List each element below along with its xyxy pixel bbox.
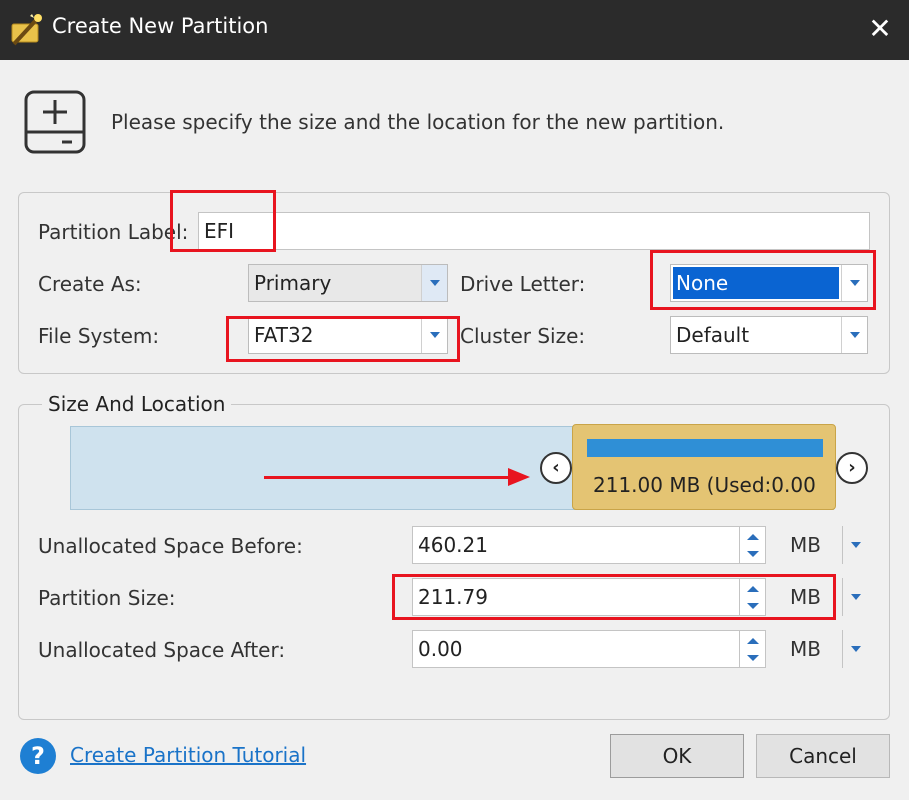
- drive-letter-label: Drive Letter:: [460, 272, 586, 296]
- create-as-label: Create As:: [38, 272, 142, 296]
- disk-add-icon: [24, 90, 86, 154]
- dropdown-arrow-icon[interactable]: [841, 317, 867, 353]
- close-icon[interactable]: ✕: [861, 10, 899, 48]
- partition-block-text: 211.00 MB (Used:0.00: [593, 473, 816, 497]
- app-wand-icon: [11, 14, 42, 46]
- annotation-box-partition-size: [392, 574, 836, 620]
- chevron-left-icon[interactable]: ‹: [540, 452, 572, 484]
- unallocated-before-label: Unallocated Space Before:: [38, 534, 303, 558]
- cluster-size-label: Cluster Size:: [460, 324, 586, 348]
- unallocated-after-unit[interactable]: MB: [776, 630, 834, 668]
- ok-button[interactable]: OK: [610, 734, 744, 778]
- tutorial-link[interactable]: Create Partition Tutorial: [70, 743, 306, 767]
- unallocated-before-input[interactable]: 460.21: [412, 526, 740, 564]
- create-as-select[interactable]: Primary: [248, 264, 448, 302]
- title-bar: Create New Partition ✕: [0, 0, 909, 60]
- annotation-box-drive-letter: [650, 250, 876, 310]
- partition-fill-bar: [587, 439, 823, 457]
- dropdown-arrow-icon[interactable]: [842, 526, 868, 564]
- instruction-text: Please specify the size and the location…: [111, 110, 725, 134]
- annotation-box-label: [170, 190, 276, 252]
- size-location-legend: Size And Location: [42, 392, 232, 416]
- cluster-size-select[interactable]: Default: [670, 316, 868, 354]
- chevron-right-icon[interactable]: ›: [836, 452, 868, 484]
- unallocated-before-unit[interactable]: MB: [776, 526, 834, 564]
- partition-label-input[interactable]: EFI: [198, 212, 870, 250]
- cancel-button[interactable]: Cancel: [756, 734, 890, 778]
- partition-block[interactable]: 211.00 MB (Used:0.00: [572, 424, 836, 510]
- annotation-box-file-system: [226, 316, 460, 362]
- partition-size-label: Partition Size:: [38, 586, 176, 610]
- help-icon[interactable]: ?: [20, 738, 56, 774]
- window-title: Create New Partition: [52, 14, 269, 38]
- annotation-arrow-head: [508, 468, 530, 486]
- create-as-value: Primary: [254, 271, 332, 295]
- dropdown-arrow-icon[interactable]: [842, 630, 868, 668]
- file-system-label: File System:: [38, 324, 160, 348]
- annotation-arrow-line: [264, 476, 516, 479]
- dropdown-arrow-icon[interactable]: [842, 578, 868, 616]
- unallocated-after-input[interactable]: 0.00: [412, 630, 740, 668]
- partition-label-label: Partition Label:: [38, 220, 189, 244]
- cluster-size-value: Default: [676, 323, 750, 347]
- dropdown-arrow-icon[interactable]: [421, 265, 447, 301]
- unallocated-after-label: Unallocated Space After:: [38, 638, 286, 662]
- spin-arrows-icon[interactable]: [740, 630, 766, 668]
- spin-arrows-icon[interactable]: [740, 526, 766, 564]
